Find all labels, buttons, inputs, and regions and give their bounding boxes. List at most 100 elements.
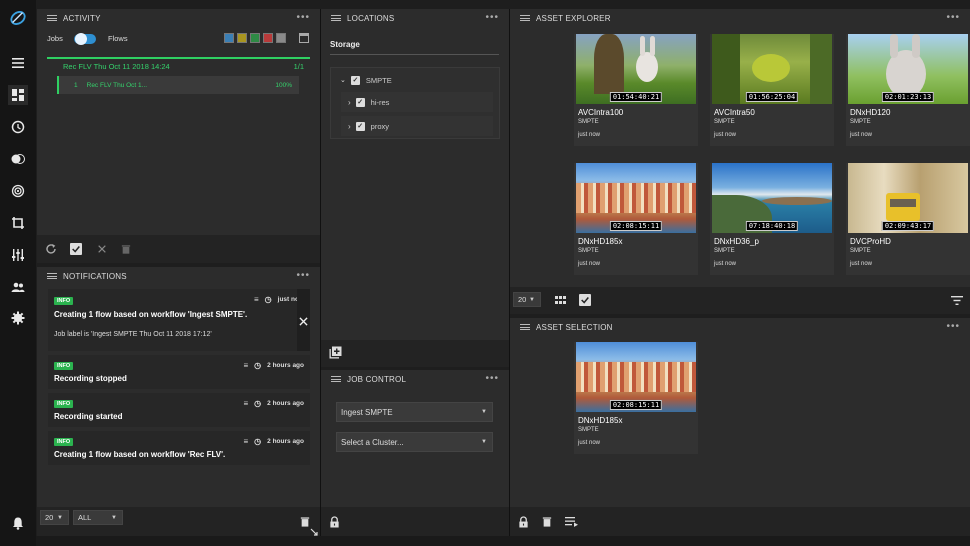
color-filter-swatch[interactable] [263, 33, 273, 43]
job-count: 1/1 [293, 61, 304, 71]
menu-icon[interactable] [8, 53, 28, 73]
radar-icon[interactable] [8, 181, 28, 201]
color-filter-swatch[interactable] [250, 33, 260, 43]
crop-icon[interactable] [8, 213, 28, 233]
drag-handle-icon[interactable] [331, 15, 341, 21]
asset-location: SMPTE [714, 248, 735, 254]
node-checkbox[interactable]: ✓ [355, 97, 365, 107]
asset-thumbnail[interactable]: 02:08:15:11 [576, 342, 696, 412]
asset-card[interactable]: 01:56:25:04 AVCIntra50 SMPTE just now [710, 34, 834, 146]
equalizer-icon[interactable] [8, 245, 28, 265]
notification-item[interactable]: INFO ≡ ◷ 2 hours ago Creating 1 flow based… [48, 431, 310, 465]
asset-card[interactable]: 01:54:40:21 AVCIntra100 SMPTE just now [574, 34, 698, 146]
asset-thumbnail[interactable]: 07:18:40:18 [712, 163, 832, 233]
asset-card[interactable]: 02:08:15:11 DNxHD185x SMPTE just now [574, 163, 698, 275]
notification-message: Creating 1 flow based on workflow 'Inges… [54, 310, 248, 319]
toggle-icon[interactable] [8, 149, 28, 169]
more-icon[interactable]: ••• [946, 321, 960, 332]
info-badge: INFO [54, 438, 74, 446]
users-icon[interactable] [8, 277, 28, 297]
page-size-select[interactable]: 20 ▼ [40, 510, 69, 525]
cancel-icon[interactable] [96, 243, 108, 255]
jobs-flows-toggle[interactable] [74, 33, 96, 45]
gear-icon[interactable] [8, 308, 28, 328]
bell-icon[interactable] [8, 513, 28, 533]
page-size-select[interactable]: 20 ▼ [513, 292, 541, 307]
logo-icon[interactable] [8, 8, 28, 28]
more-icon[interactable]: ••• [485, 373, 499, 384]
chevron-right-icon[interactable]: › [348, 122, 351, 131]
select-all-checkbox[interactable] [579, 294, 591, 306]
node-checkbox[interactable]: ✓ [355, 121, 365, 131]
drag-handle-icon[interactable] [47, 273, 57, 279]
drag-handle-icon[interactable] [520, 15, 530, 21]
panel-title: JOB CONTROL [347, 374, 407, 384]
workflow-select[interactable]: Ingest SMPTE ▼ [336, 402, 493, 422]
asset-card[interactable]: 02:08:15:11 DNxHD185x SMPTE just now [574, 342, 698, 454]
job-row[interactable]: Rec FLV Thu Oct 11 2018 14:24 1/1 [47, 59, 310, 73]
refresh-icon[interactable] [45, 243, 57, 255]
resize-handle-icon[interactable] [310, 528, 318, 536]
more-icon[interactable]: ••• [296, 270, 310, 281]
panel-title: NOTIFICATIONS [63, 271, 127, 281]
asset-thumbnail[interactable]: 02:01:23:13 [848, 34, 968, 104]
delete-icon[interactable] [120, 243, 132, 255]
asset-name: DNxHD185x [578, 237, 623, 246]
cluster-value: Select a Cluster... [341, 437, 404, 447]
asset-thumbnail[interactable]: 01:54:40:21 [576, 34, 696, 104]
cluster-select[interactable]: Select a Cluster... ▼ [336, 432, 493, 452]
lock-icon[interactable] [517, 515, 529, 528]
asset-card[interactable]: 07:18:40:18 DNxHD36_p SMPTE just now [710, 163, 834, 275]
dashboard-icon[interactable] [8, 85, 28, 105]
chevron-right-icon[interactable]: › [348, 98, 351, 107]
asset-thumbnail[interactable]: 02:09:43:17 [848, 163, 968, 233]
asset-time: just now [578, 440, 601, 446]
color-filter-swatch[interactable] [276, 33, 286, 43]
playlist-icon[interactable] [565, 516, 578, 527]
add-location-icon[interactable] [329, 346, 342, 359]
more-icon[interactable]: ••• [296, 12, 310, 23]
drag-handle-icon[interactable] [47, 15, 57, 21]
notification-message: Recording started [54, 412, 123, 421]
asset-explorer-toolbar: 20 ▼ [510, 287, 970, 314]
chevron-down-icon: ▼ [481, 439, 487, 445]
tree-node-hi-res[interactable]: › ✓ hi-res [341, 92, 493, 112]
notification-item[interactable]: INFO ≡ ◷ 2 hours ago Recording stopped [48, 355, 310, 389]
job-step-row[interactable]: 1 Rec FLV Thu Oct 1... 100% [57, 76, 299, 94]
drag-handle-icon[interactable] [520, 324, 530, 330]
tree-node-root[interactable]: ⌄ ✓ SMPTE [331, 70, 499, 90]
clear-all-icon[interactable] [299, 515, 311, 528]
asset-card[interactable]: 02:01:23:13 DNxHD120 SMPTE just now [846, 34, 970, 146]
select-all-checkbox[interactable] [70, 243, 82, 255]
filter-icon[interactable] [951, 295, 963, 306]
asset-timecode: 02:08:15:11 [609, 221, 663, 231]
dismiss-icon[interactable] [297, 315, 310, 327]
color-filter-swatch[interactable] [224, 33, 234, 43]
notification-item[interactable]: INFO ≡ ◷ 2 hours ago Recording started [48, 393, 310, 427]
drag-handle-icon[interactable] [331, 376, 341, 382]
grid-view-icon[interactable] [555, 295, 566, 306]
chevron-down-icon[interactable]: ⌄ [340, 76, 346, 84]
node-checkbox[interactable]: ✓ [350, 75, 360, 85]
asset-timecode: 01:54:40:21 [609, 92, 663, 102]
asset-thumbnail[interactable]: 01:56:25:04 [712, 34, 832, 104]
notification-filter-select[interactable]: ALL ▼ [73, 510, 123, 525]
info-badge: INFO [54, 362, 74, 370]
tree-node-proxy[interactable]: › ✓ proxy [341, 116, 493, 136]
asset-time: just now [850, 132, 873, 138]
clock-icon[interactable] [8, 117, 28, 137]
chevron-down-icon: ▼ [529, 296, 535, 303]
more-icon[interactable]: ••• [946, 12, 960, 23]
color-filter-swatch[interactable] [237, 33, 247, 43]
calendar-icon[interactable] [299, 32, 309, 43]
more-icon[interactable]: ••• [485, 12, 499, 23]
delete-icon[interactable] [541, 515, 553, 528]
asset-card[interactable]: 02:09:43:17 DVCProHD SMPTE just now [846, 163, 970, 275]
notification-item[interactable]: INFO ≡ ◷ just now Creating 1 flow based on… [48, 289, 310, 351]
asset-location: SMPTE [850, 119, 871, 125]
asset-thumbnail[interactable]: 02:08:15:11 [576, 163, 696, 233]
panel-title: ASSET EXPLORER [536, 13, 611, 23]
lock-icon[interactable] [328, 515, 340, 528]
asset-time: just now [578, 132, 601, 138]
workflow-value: Ingest SMPTE [341, 407, 393, 417]
